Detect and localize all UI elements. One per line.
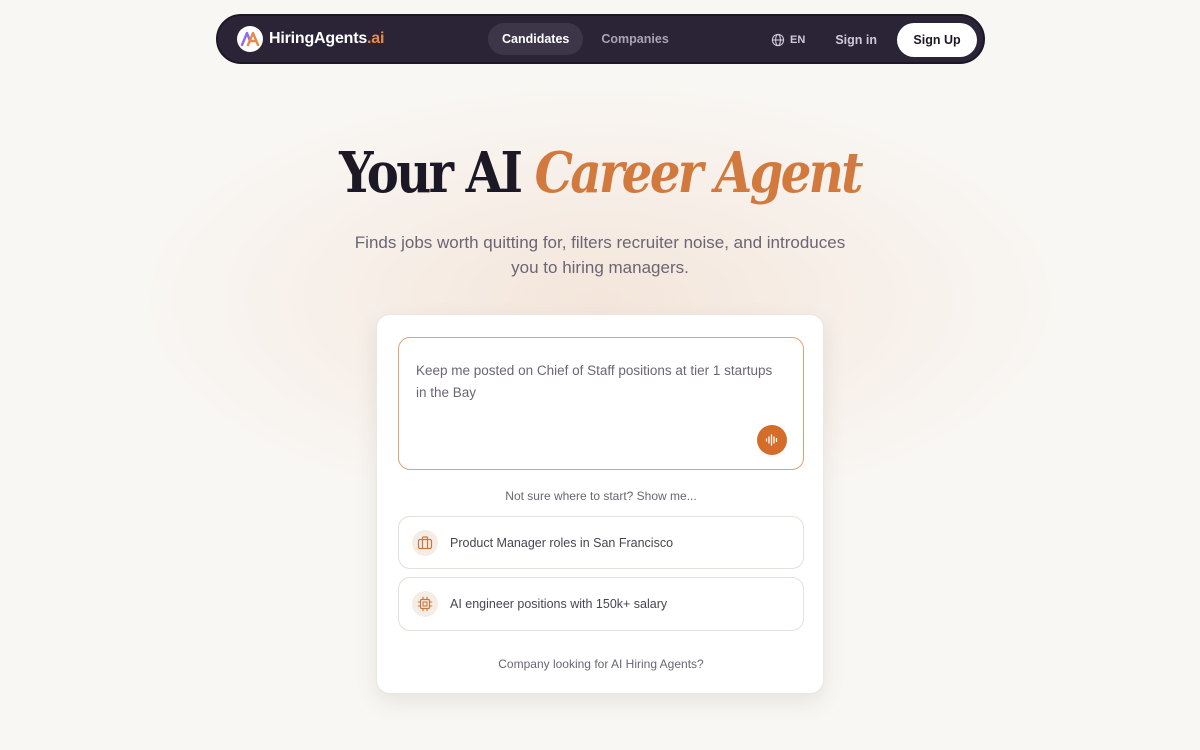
prompt-input[interactable]: Keep me posted on Chief of Staff positio… <box>416 360 786 420</box>
audio-wave-icon <box>765 434 778 446</box>
hero-title-accent: Career Agent <box>534 140 864 206</box>
prompt-box: Keep me posted on Chief of Staff positio… <box>398 337 804 470</box>
audience-tabs: Candidates Companies <box>488 23 683 55</box>
suggestion-ai-engineer[interactable]: AI engineer positions with 150k+ salary <box>398 577 804 631</box>
suggestions-hint: Not sure where to start? Show me... <box>505 489 697 503</box>
suggestion-label: Product Manager roles in San Francisco <box>450 535 674 550</box>
tab-companies[interactable]: Companies <box>587 23 682 55</box>
chip-icon <box>412 591 438 617</box>
hero-subtitle: Finds jobs worth quitting for, filters r… <box>354 233 846 277</box>
briefcase-icon <box>412 529 438 556</box>
voice-input-button[interactable] <box>757 425 787 455</box>
company-link[interactable]: Company looking for AI Hiring Agents? <box>377 657 825 671</box>
hero-title: Your AI Career Agent <box>84 140 1116 206</box>
language-label: EN <box>790 34 806 46</box>
tab-candidates[interactable]: Candidates <box>488 23 584 55</box>
ha-monogram-icon <box>237 26 263 52</box>
brand-name-tld: .ai <box>367 30 385 47</box>
nav-actions: EN Sign in Sign Up <box>771 23 977 57</box>
hero-title-plain: Your AI <box>339 140 523 206</box>
suggestion-product-manager[interactable]: Product Manager roles in San Francisco <box>398 516 804 569</box>
sign-in-link[interactable]: Sign in <box>835 33 877 47</box>
brand-link[interactable]: HiringAgents.ai <box>237 26 384 52</box>
brand-name: HiringAgents.ai <box>269 30 384 48</box>
globe-icon <box>771 33 785 47</box>
prompt-card: Keep me posted on Chief of Staff positio… <box>376 314 824 694</box>
sign-up-button[interactable]: Sign Up <box>897 23 977 57</box>
brand-name-main: HiringAgents <box>269 30 368 47</box>
top-navbar: HiringAgents.ai Candidates Companies EN … <box>216 14 985 64</box>
suggestion-label: AI engineer positions with 150k+ salary <box>450 597 668 611</box>
language-selector[interactable]: EN <box>771 33 805 47</box>
